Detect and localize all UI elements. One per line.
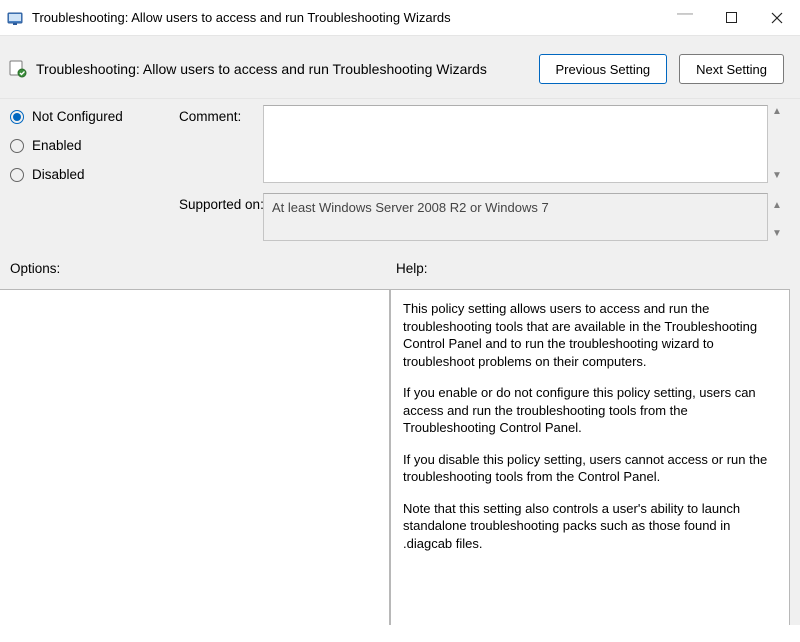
comment-scrollbar[interactable]: ▲ ▼ [772, 105, 790, 183]
previous-setting-button[interactable]: Previous Setting [539, 54, 668, 84]
scroll-up-icon: ▲ [772, 201, 790, 211]
titlebar: Troubleshooting: Allow users to access a… [0, 0, 800, 36]
radio-icon [10, 139, 24, 153]
options-panel [0, 289, 390, 625]
radio-disabled[interactable]: Disabled [10, 167, 175, 182]
help-paragraph: If you disable this policy setting, user… [403, 451, 777, 486]
lower-section: Options: Help: This policy setting allow… [0, 253, 800, 625]
radio-label: Not Configured [32, 109, 123, 124]
maximize-button[interactable] [708, 0, 754, 35]
minimize-button[interactable]: — [662, 0, 708, 35]
help-paragraph: If you enable or do not configure this p… [403, 384, 777, 437]
app-icon [6, 9, 24, 27]
configuration-grid: Not Configured Enabled Disabled Comment:… [0, 99, 800, 253]
options-label: Options: [0, 261, 390, 289]
radio-label: Disabled [32, 167, 85, 182]
radio-label: Enabled [32, 138, 82, 153]
help-paragraph: Note that this setting also controls a u… [403, 500, 777, 553]
help-label: Help: [390, 261, 790, 289]
help-paragraph: This policy setting allows users to acce… [403, 300, 777, 370]
policy-icon [8, 59, 28, 79]
policy-title: Troubleshooting: Allow users to access a… [36, 61, 527, 77]
radio-icon [10, 168, 24, 182]
scroll-down-icon: ▼ [772, 229, 790, 239]
radio-not-configured[interactable]: Not Configured [10, 109, 175, 124]
comment-label: Comment: [179, 105, 259, 124]
supported-on-label: Supported on: [179, 187, 259, 241]
next-setting-button[interactable]: Next Setting [679, 54, 784, 84]
radio-icon [10, 110, 24, 124]
radio-enabled[interactable]: Enabled [10, 138, 175, 153]
policy-header: Troubleshooting: Allow users to access a… [0, 36, 800, 99]
window-controls: — [662, 0, 800, 35]
state-radio-group: Not Configured Enabled Disabled [10, 105, 175, 183]
comment-input[interactable] [263, 105, 768, 183]
supported-on-value: At least Windows Server 2008 R2 or Windo… [263, 193, 768, 241]
window-title: Troubleshooting: Allow users to access a… [32, 10, 662, 25]
scroll-down-icon: ▼ [772, 171, 790, 181]
close-button[interactable] [754, 0, 800, 35]
scroll-up-icon: ▲ [772, 107, 790, 117]
supported-scrollbar[interactable]: ▲ ▼ [772, 193, 790, 241]
help-panel: This policy setting allows users to acce… [390, 289, 790, 625]
